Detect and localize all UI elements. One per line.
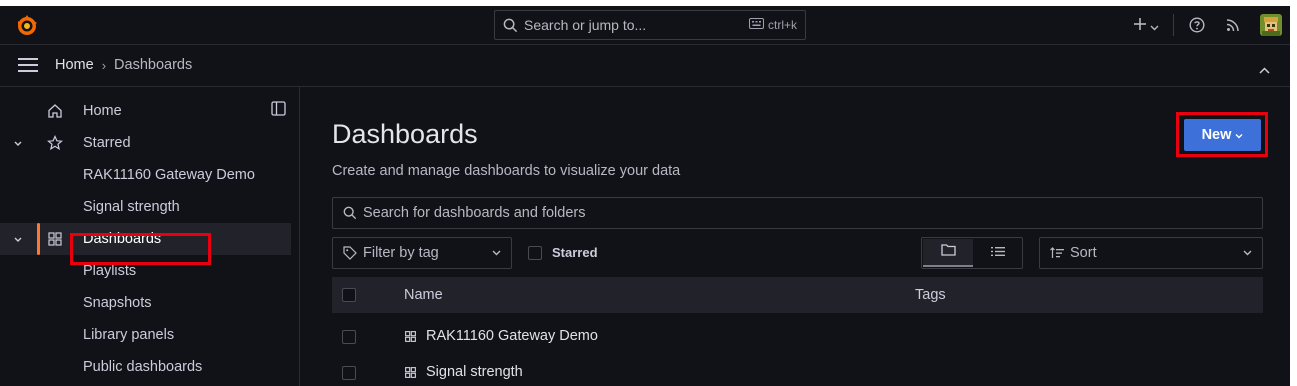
filter-tag-label: Filter by tag [363, 245, 439, 261]
sidebar-item-label: Public dashboards [83, 359, 203, 375]
search-or-jump-input[interactable]: Search or jump to... ctrl+k [494, 10, 806, 40]
breadcrumb: Home › Dashboards [55, 57, 192, 73]
dock-menu-icon[interactable] [271, 101, 286, 121]
chevron-down-icon[interactable] [13, 232, 23, 248]
sidebar-item-label: Signal strength [83, 199, 180, 215]
search-placeholder: Search or jump to... [524, 17, 647, 33]
help-icon[interactable] [1188, 16, 1206, 34]
chevron-down-icon [492, 250, 501, 256]
folder-view-button[interactable] [923, 239, 973, 267]
dashboard-icon [404, 330, 417, 343]
star-icon [47, 135, 63, 155]
page-title: Dashboards [332, 119, 478, 149]
starred-checkbox[interactable] [528, 246, 542, 260]
divider [1173, 14, 1174, 36]
sidebar-item-signal-strength[interactable]: Signal strength [0, 191, 299, 223]
highlight-box [70, 233, 211, 265]
column-header-name[interactable]: Name [404, 287, 443, 303]
folder-icon [940, 243, 956, 261]
sidebar-item-rak11160-gateway-demo[interactable]: RAK11160 Gateway Demo [0, 159, 299, 191]
keyboard-icon [748, 18, 764, 32]
view-toggle [921, 237, 1023, 269]
sort-select[interactable]: Sort [1039, 237, 1263, 269]
highlight-box [1176, 112, 1268, 157]
top-bar: Search or jump to... ctrl+k [0, 6, 1290, 45]
chevron-down-icon [1150, 14, 1159, 37]
page-subtitle: Create and manage dashboards to visualiz… [332, 163, 681, 179]
select-all-checkbox[interactable] [342, 288, 356, 302]
tag-icon [343, 246, 357, 260]
table-row[interactable]: Signal strength [332, 355, 1263, 386]
search-icon [503, 18, 518, 33]
top-bar-actions [1133, 6, 1290, 44]
sidebar-item-label: Playlists [83, 263, 137, 279]
breadcrumb-separator: › [101, 57, 107, 73]
main-content: Dashboards Create and manage dashboards … [300, 87, 1290, 386]
column-header-tags: Tags [915, 287, 946, 303]
chevron-down-icon [1243, 250, 1252, 256]
sort-label: Sort [1070, 245, 1097, 261]
sidebar-item-label: Library panels [83, 327, 175, 343]
active-indicator [37, 223, 40, 255]
shortcut-hint: ctrl+k [748, 18, 797, 32]
plus-icon [1133, 14, 1147, 37]
search-icon [343, 206, 357, 220]
sidebar-item-label: RAK11160 Gateway Demo [83, 167, 255, 183]
sidebar-item-snapshots[interactable]: Snapshots [0, 287, 299, 319]
row-checkbox[interactable] [342, 330, 356, 344]
dashboard-link[interactable]: RAK11160 Gateway Demo [426, 328, 598, 344]
list-view-button[interactable] [973, 239, 1022, 267]
breadcrumb-bar: Home › Dashboards [0, 45, 1290, 87]
dashboard-link[interactable]: Signal strength [426, 364, 523, 380]
sidebar-item-library-panels[interactable]: Library panels [0, 319, 299, 351]
home-icon [47, 103, 63, 123]
rss-news-icon[interactable] [1224, 16, 1242, 34]
sidebar-item-starred[interactable]: Starred [0, 127, 299, 159]
shortcut-text: ctrl+k [767, 18, 797, 32]
user-avatar[interactable] [1260, 14, 1282, 36]
starred-label[interactable]: Starred [552, 245, 598, 260]
sidebar-item-public-dashboards[interactable]: Public dashboards [0, 351, 299, 383]
sidebar-item-label: Home [83, 103, 122, 119]
breadcrumb-current: Dashboards [114, 57, 193, 73]
menu-toggle-icon[interactable] [18, 58, 38, 72]
dashboard-icon [404, 366, 417, 379]
search-placeholder: Search for dashboards and folders [363, 205, 586, 221]
grafana-app: Search or jump to... ctrl+k Home › Dashb… [0, 6, 1290, 386]
breadcrumb-home-link[interactable]: Home [55, 57, 94, 73]
row-checkbox[interactable] [342, 366, 356, 380]
sidebar-item-label: Snapshots [83, 295, 152, 311]
dashboard-search-input[interactable]: Search for dashboards and folders [332, 197, 1263, 229]
list-icon [990, 244, 1005, 262]
chevron-up-icon[interactable] [1259, 61, 1270, 79]
sidebar-item-home[interactable]: Home [0, 95, 299, 127]
apps-icon [47, 231, 63, 251]
add-menu-button[interactable] [1133, 14, 1159, 37]
sidebar-item-label: Starred [83, 135, 131, 151]
table-header: Name Tags [332, 277, 1263, 313]
sort-icon [1050, 247, 1064, 259]
filter-by-tag-select[interactable]: Filter by tag [332, 237, 512, 269]
table-row[interactable]: RAK11160 Gateway Demo [332, 319, 1263, 355]
grafana-logo-icon[interactable] [15, 14, 39, 38]
chevron-down-icon[interactable] [13, 136, 23, 152]
